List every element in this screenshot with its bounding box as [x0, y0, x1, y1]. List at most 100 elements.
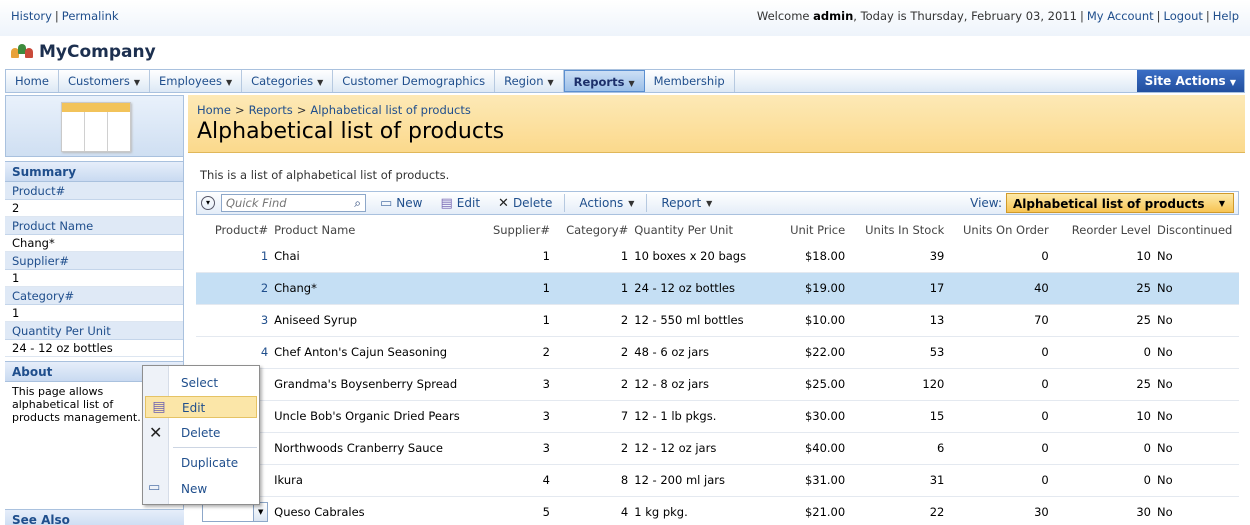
nav-home[interactable]: Home: [6, 70, 59, 92]
caret-down-icon: ▼: [547, 78, 554, 87]
nav-region[interactable]: Region ▼: [495, 70, 564, 92]
product-id-link[interactable]: 3: [261, 313, 268, 327]
table-cell: No: [1154, 432, 1239, 465]
see-also-header[interactable]: See Also: [5, 509, 184, 525]
table-row[interactable]: 4 Chef Anton's Cajun Seasoning 2 2 48 - 6 oz…: [196, 336, 1239, 369]
column-header[interactable]: Product Name: [271, 220, 485, 240]
collapse-toggle-icon[interactable]: ▾: [201, 196, 215, 210]
view-value: Alphabetical list of products: [1013, 197, 1205, 211]
company-name[interactable]: MyCompany: [39, 42, 156, 62]
column-header[interactable]: Product#: [196, 220, 271, 240]
separator: |: [1156, 9, 1161, 23]
quick-find-input[interactable]: [222, 195, 342, 211]
table-cell: $10.00: [754, 304, 849, 337]
menu-item-select[interactable]: Select: [171, 372, 257, 394]
breadcrumb-reports[interactable]: Reports: [249, 103, 293, 117]
table-cell[interactable]: 1: [196, 240, 272, 273]
column-header[interactable]: Units On Order: [947, 220, 1051, 240]
table-row[interactable]: 3 Aniseed Syrup 1 2 12 - 550 ml bottles $10.0…: [196, 304, 1239, 337]
summary-value-supplier: 1: [5, 270, 183, 287]
column-header[interactable]: Quantity Per Unit: [631, 220, 754, 240]
nav-customer-demographics[interactable]: Customer Demographics: [333, 70, 496, 92]
main-nav: Home Customers ▼ Employees ▼ Categories ▼ C…: [5, 69, 1245, 93]
nav-reports[interactable]: Reports ▼: [563, 70, 645, 92]
table-cell: Chang*: [271, 272, 486, 305]
my-account-link[interactable]: My Account: [1087, 9, 1154, 23]
table-row[interactable]: Ikura 4 8 12 - 200 ml jars $31.00 31 0 0 No: [196, 464, 1239, 497]
table-cell: Grandma's Boysenberry Spread: [271, 368, 486, 401]
table-cell[interactable]: 4: [196, 336, 272, 369]
summary-value-product-id: 2: [5, 200, 183, 217]
table-cell: $21.00: [754, 496, 849, 525]
caret-down-icon: ▼: [628, 79, 635, 88]
column-header[interactable]: Units In Stock: [848, 220, 947, 240]
nav-customers[interactable]: Customers ▼: [59, 70, 150, 92]
product-id-link[interactable]: 2: [261, 281, 268, 295]
table-cell[interactable]: 2: [196, 272, 272, 305]
table-cell: No: [1154, 400, 1239, 433]
product-id-link[interactable]: 4: [261, 345, 268, 359]
nav-employees[interactable]: Employees ▼: [150, 70, 243, 92]
page-title: Alphabetical list of products: [197, 119, 505, 144]
table-cell: 0: [947, 464, 1052, 497]
table-cell: 3: [485, 432, 553, 465]
edit-button[interactable]: ▤ Edit: [436, 193, 484, 213]
report-label: Report: [661, 196, 702, 210]
column-header[interactable]: Unit Price: [754, 220, 848, 240]
table-row[interactable]: 1 Chai 1 1 10 boxes x 20 bags $18.00 39 0 10 No: [196, 240, 1239, 273]
site-actions-button[interactable]: Site Actions ▼: [1136, 70, 1244, 92]
caret-down-icon: ▼: [1218, 199, 1225, 208]
column-header[interactable]: Category#: [553, 220, 631, 240]
table-row[interactable]: Northwoods Cranberry Sauce 3 2 12 - 12 oz j…: [196, 432, 1239, 465]
menu-item-duplicate[interactable]: Duplicate: [171, 452, 257, 474]
table-cell: 2: [552, 432, 632, 465]
permalink-link[interactable]: Permalink: [62, 9, 119, 23]
menu-item-new[interactable]: New: [171, 478, 257, 500]
grid-toolbar: ▾ ⌕ ▭New ▤Edit ✕Delete Actions▼ Report▼ …: [196, 191, 1239, 215]
product-id-link[interactable]: 1: [261, 249, 268, 263]
page-header: Home > Reports > Alphabetical list of produc…: [188, 95, 1245, 153]
caret-down-icon: ▼: [628, 198, 635, 208]
table-row[interactable]: ▼ Queso Cabrales 5 4 1 kg pkg. $21.00 22 30 30 No: [196, 496, 1239, 525]
new-button[interactable]: ▭ New: [376, 193, 426, 213]
menu-separator: [173, 447, 257, 448]
column-header[interactable]: Discontinued: [1154, 220, 1239, 240]
history-link[interactable]: History: [11, 9, 52, 23]
row-action-dropdown[interactable]: ▼: [202, 502, 269, 522]
column-header[interactable]: Supplier#: [485, 220, 553, 240]
report-menu-button[interactable]: Report ▼: [657, 193, 716, 213]
search-icon[interactable]: ⌕: [354, 196, 361, 211]
breadcrumb-home[interactable]: Home: [197, 103, 231, 117]
delete-button[interactable]: ✕ Delete: [494, 193, 556, 213]
table-row[interactable]: Grandma's Boysenberry Spread 3 2 12 - 8 oz …: [196, 368, 1239, 401]
table-cell[interactable]: 3: [196, 304, 272, 337]
table-cell: 39: [848, 240, 948, 273]
table-cell: 12 - 1 lb pkgs.: [631, 400, 755, 433]
help-link[interactable]: Help: [1213, 9, 1239, 23]
table-cell: Northwoods Cranberry Sauce: [271, 432, 486, 465]
site-actions-label: Site Actions: [1144, 74, 1226, 88]
column-header[interactable]: Reorder Level: [1052, 220, 1154, 240]
table-cell: 1: [552, 272, 632, 305]
table-cell: 0: [947, 368, 1052, 401]
table-cell: No: [1154, 464, 1239, 497]
summary-header[interactable]: Summary: [5, 161, 183, 182]
table-row[interactable]: Uncle Bob's Organic Dried Pears 3 7 12 - 1 …: [196, 400, 1239, 433]
page-image-panel: [5, 95, 184, 157]
table-cell: 15: [848, 400, 948, 433]
menu-item-edit[interactable]: ▤ Edit: [145, 396, 257, 418]
company-logo-icon: [11, 42, 33, 62]
table-cell: 25: [1051, 272, 1154, 305]
table-cell: 25: [1051, 368, 1154, 401]
table-cell: 12 - 200 ml jars: [631, 464, 755, 497]
logout-link[interactable]: Logout: [1164, 9, 1203, 23]
nav-categories[interactable]: Categories ▼: [242, 70, 334, 92]
table-cell: 0: [1051, 464, 1154, 497]
nav-membership[interactable]: Membership: [645, 70, 735, 92]
menu-item-delete[interactable]: Delete: [171, 422, 257, 444]
table-row[interactable]: 2 Chang* 1 1 24 - 12 oz bottles $19.00 17 40 25 N…: [196, 272, 1239, 305]
breadcrumb: Home > Reports > Alphabetical list of produc…: [197, 103, 471, 117]
table-cell: 3: [485, 400, 553, 433]
actions-menu-button[interactable]: Actions ▼: [575, 193, 638, 213]
view-selector[interactable]: Alphabetical list of products ▼: [1006, 193, 1234, 213]
